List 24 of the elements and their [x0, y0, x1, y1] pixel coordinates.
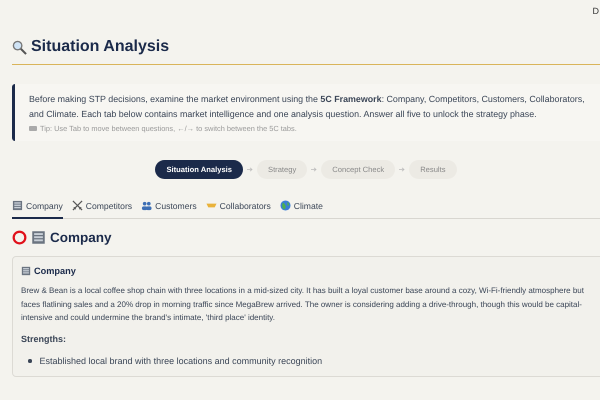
strengths-label: Strengths:	[21, 334, 67, 344]
section-title: Company	[50, 230, 112, 245]
globe-icon	[280, 200, 291, 211]
card-title: Company	[34, 266, 76, 276]
tab[interactable]: Customers	[141, 197, 197, 219]
tab[interactable]: Competitors	[72, 197, 132, 219]
crossed-swords-icon	[72, 200, 83, 211]
tab[interactable]: Climate	[280, 197, 323, 219]
strength-item: Established local brand with three locations and community recognition	[40, 354, 322, 367]
card-text: Brew & Bean is a local coffee shop chain with three locations in a mid-sized city. It has built a loyal customer base around a cozy, Wi-Fi-friendly atmosphere but faces flatlining sales and a 20% drop in morning traffic since MegaBrew arrived. The owner is considering adding a drive-through, though this would be capital-intensive and could undermine the brand's intimate, 'third place' identity.	[21, 285, 585, 324]
building-icon	[31, 230, 46, 245]
corner-text: D	[592, 6, 599, 16]
people-icon	[141, 200, 152, 211]
magnifier-icon	[12, 40, 27, 54]
arrow-icon	[311, 167, 318, 172]
arrow-icon	[399, 167, 406, 172]
page-title: Situation Analysis	[31, 38, 170, 56]
arrow-icon	[247, 167, 253, 172]
tab[interactable]: Company	[12, 197, 63, 219]
intro-text: Before making STP decisions, examine the market environment using the 5C Framework: Company, Competitors, Customers, Collaborators, and Climate. Each tab below contains market intelligence and one analysis question. Answer all five to unlock the strategy phase.	[29, 93, 586, 121]
bullet-icon	[28, 359, 32, 363]
building-icon	[12, 200, 23, 211]
building-icon	[21, 266, 31, 276]
tab[interactable]: Collaborators	[206, 197, 271, 219]
